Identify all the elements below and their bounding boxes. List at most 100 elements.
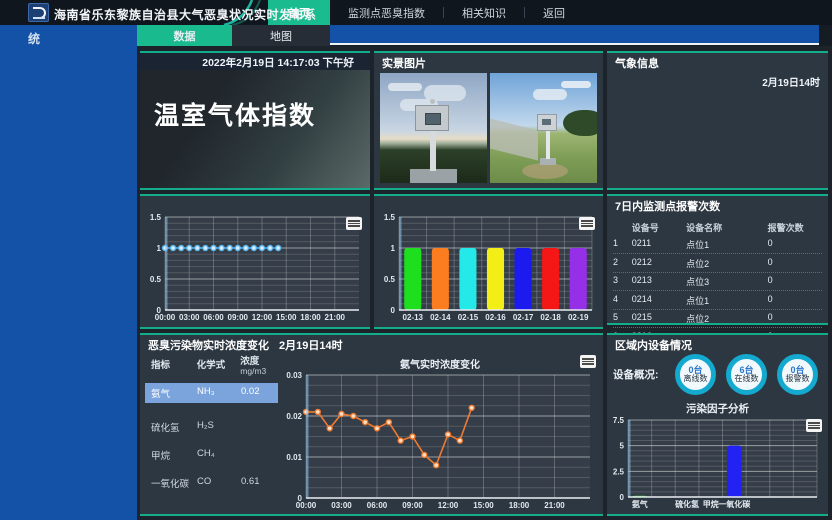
tab-data[interactable]: 数据 — [137, 25, 232, 46]
svg-text:02-17: 02-17 — [513, 313, 534, 322]
alarm-col-header: 设备号 — [632, 221, 686, 234]
datetime-bar: 2022年2月19日 14:17:03 下午好 — [140, 53, 370, 70]
cloud-art — [561, 81, 591, 88]
pollutant-cell — [241, 448, 271, 462]
trees-art — [563, 110, 597, 136]
svg-text:09:00: 09:00 — [402, 501, 423, 510]
pollutant-row[interactable]: 一氧化碳CO0.61 — [145, 473, 278, 493]
monitor-unit-art — [415, 105, 449, 131]
svg-text:02-16: 02-16 — [485, 313, 506, 322]
alarm-cell: 点位1 — [686, 294, 768, 307]
alarm-cell: 5 — [613, 312, 632, 325]
svg-text:02-18: 02-18 — [540, 313, 561, 322]
svg-text:02-15: 02-15 — [458, 313, 479, 322]
weather-panel: 气象信息 2月19日14时 — [607, 51, 828, 190]
wall-art — [490, 117, 538, 160]
alarm-cell: 0 — [768, 238, 822, 251]
alarm-table-title: 7日内监测点报警次数 — [607, 196, 828, 213]
svg-text:02-14: 02-14 — [430, 313, 451, 322]
nav-item-2[interactable]: 相关知识 — [444, 0, 524, 25]
pollutant-cell — [241, 420, 271, 434]
svg-text:03:00: 03:00 — [179, 313, 200, 322]
chart-menu-icon[interactable] — [579, 217, 595, 230]
svg-text:1: 1 — [157, 244, 162, 253]
svg-text:1: 1 — [391, 244, 396, 253]
pollutant-cell: 硫化氢 — [151, 420, 197, 434]
device-stat-circles: 0台离线数6台在线数0台报警数 — [675, 354, 818, 395]
alarm-table-row: 40214点位10 — [613, 291, 822, 310]
station-photo-2 — [490, 73, 597, 183]
tabbar-filler-strip — [330, 25, 819, 45]
svg-text:18:00: 18:00 — [300, 313, 321, 322]
alarm-cell: 0212 — [632, 257, 686, 270]
greenhouse-panel: 2022年2月19日 14:17:03 下午好 温室气体指数 — [140, 51, 370, 190]
nav-item-3[interactable]: 返回 — [525, 0, 583, 25]
alarm-table-header: 设备号设备名称报警次数 — [613, 218, 822, 236]
svg-text:一氧化碳: 一氧化碳 — [718, 499, 751, 509]
dirt-art — [522, 163, 568, 179]
pollutant-cell: NH₃ — [197, 386, 241, 400]
chart-menu-icon[interactable] — [346, 217, 362, 230]
alarm-cell: 3 — [613, 275, 632, 288]
pollutant-row[interactable]: 氨气NH₃0.02 — [145, 383, 278, 403]
pollutant-cell: 一氧化碳 — [151, 476, 197, 490]
device-overview-label: 设备概况: — [613, 367, 675, 382]
alarm-cell: 0 — [768, 257, 822, 270]
devices-panel-title: 区域内设备情况 — [607, 335, 828, 352]
svg-text:1.5: 1.5 — [150, 213, 162, 222]
dashboard-screen: 首页监测点恶臭指数相关知识返回 海南省乐东黎族自治县大气恶臭状况实时发布系 统 … — [0, 0, 832, 520]
greenhouse-title: 温室气体指数 — [154, 96, 316, 132]
alarm-cell: 0214 — [632, 294, 686, 307]
svg-text:09:00: 09:00 — [228, 313, 249, 322]
ammonia-line-chart[interactable]: 00.010.020.0300:0003:0006:0009:0012:0015… — [280, 370, 598, 512]
svg-text:06:00: 06:00 — [203, 313, 224, 322]
pollution-factor-bar-chart[interactable]: 02.557.5氨气硫化氢甲烷一氧化碳 — [610, 415, 825, 511]
photos-panel-title: 实景图片 — [374, 53, 603, 70]
daily-bar-chart-panel: 00.511.502-1302-1402-1502-1602-1702-1802… — [374, 194, 603, 329]
svg-text:7.5: 7.5 — [613, 416, 625, 425]
monitor-unit-art — [537, 114, 557, 131]
pollutants-panel: 恶臭污染物实时浓度变化2月19日14时 指标化学式浓度mg/m3氨气NH₃0.0… — [140, 333, 603, 516]
svg-text:02-19: 02-19 — [568, 313, 589, 322]
tab-map[interactable]: 地图 — [232, 25, 330, 46]
pollutant-cell: 0.02 — [241, 386, 271, 400]
alarm-cell: 0213 — [632, 275, 686, 288]
svg-text:硫化氢: 硫化氢 — [675, 499, 699, 509]
app-title: 海南省乐东黎族自治县大气恶臭状况实时发布系 — [54, 6, 317, 23]
chart-menu-icon[interactable] — [806, 419, 822, 432]
pollutants-title-text: 恶臭污染物实时浓度变化 — [148, 340, 269, 352]
svg-text:5: 5 — [620, 442, 625, 451]
alarm-table-panel: 7日内监测点报警次数 设备号设备名称报警次数10211点位1020212点位20… — [607, 194, 828, 325]
photos-panel: 实景图片 — [374, 51, 603, 190]
alarm-table-row: 10211点位10 — [613, 236, 822, 255]
svg-text:03:00: 03:00 — [331, 501, 352, 510]
alarm-col-header: 设备名称 — [686, 221, 768, 234]
index-line-chart-panel: 00.511.500:0003:0006:0009:0012:0015:0018… — [140, 194, 370, 329]
alarm-col-header: 报警次数 — [768, 221, 822, 234]
daily-index-bar-chart[interactable]: 00.511.502-1302-1402-1502-1602-1702-1802… — [377, 212, 600, 324]
svg-text:氨气: 氨气 — [632, 499, 648, 509]
device-stat-circle: 6台在线数 — [726, 354, 767, 395]
cloud-art — [388, 83, 422, 91]
station-photo-1 — [380, 73, 487, 183]
device-stat-circle: 0台报警数 — [777, 354, 818, 395]
svg-text:1.5: 1.5 — [384, 213, 396, 222]
alarm-cell: 2 — [613, 257, 632, 270]
station-base-art — [540, 158, 556, 165]
station-pole-art — [430, 127, 436, 171]
nav-item-1[interactable]: 监测点恶臭指数 — [330, 0, 443, 25]
svg-text:18:00: 18:00 — [509, 501, 530, 510]
app-logo-icon — [28, 3, 49, 22]
tab-bar: 数据 地图 — [137, 25, 832, 46]
svg-text:15:00: 15:00 — [276, 313, 297, 322]
pollutant-row[interactable]: 硫化氢H₂S — [145, 417, 278, 437]
alarm-cell: 点位2 — [686, 257, 768, 270]
svg-text:21:00: 21:00 — [325, 313, 346, 322]
chart-menu-icon[interactable] — [580, 355, 596, 368]
device-stat-circle: 0台离线数 — [675, 354, 716, 395]
svg-text:15:00: 15:00 — [473, 501, 494, 510]
alarm-table-row: 50215点位20 — [613, 310, 822, 329]
greenhouse-index-line-chart[interactable]: 00.511.500:0003:0006:0009:0012:0015:0018… — [143, 212, 367, 324]
alarm-cell: 0 — [768, 275, 822, 288]
pollutant-row[interactable]: 甲烷CH₄ — [145, 445, 278, 465]
